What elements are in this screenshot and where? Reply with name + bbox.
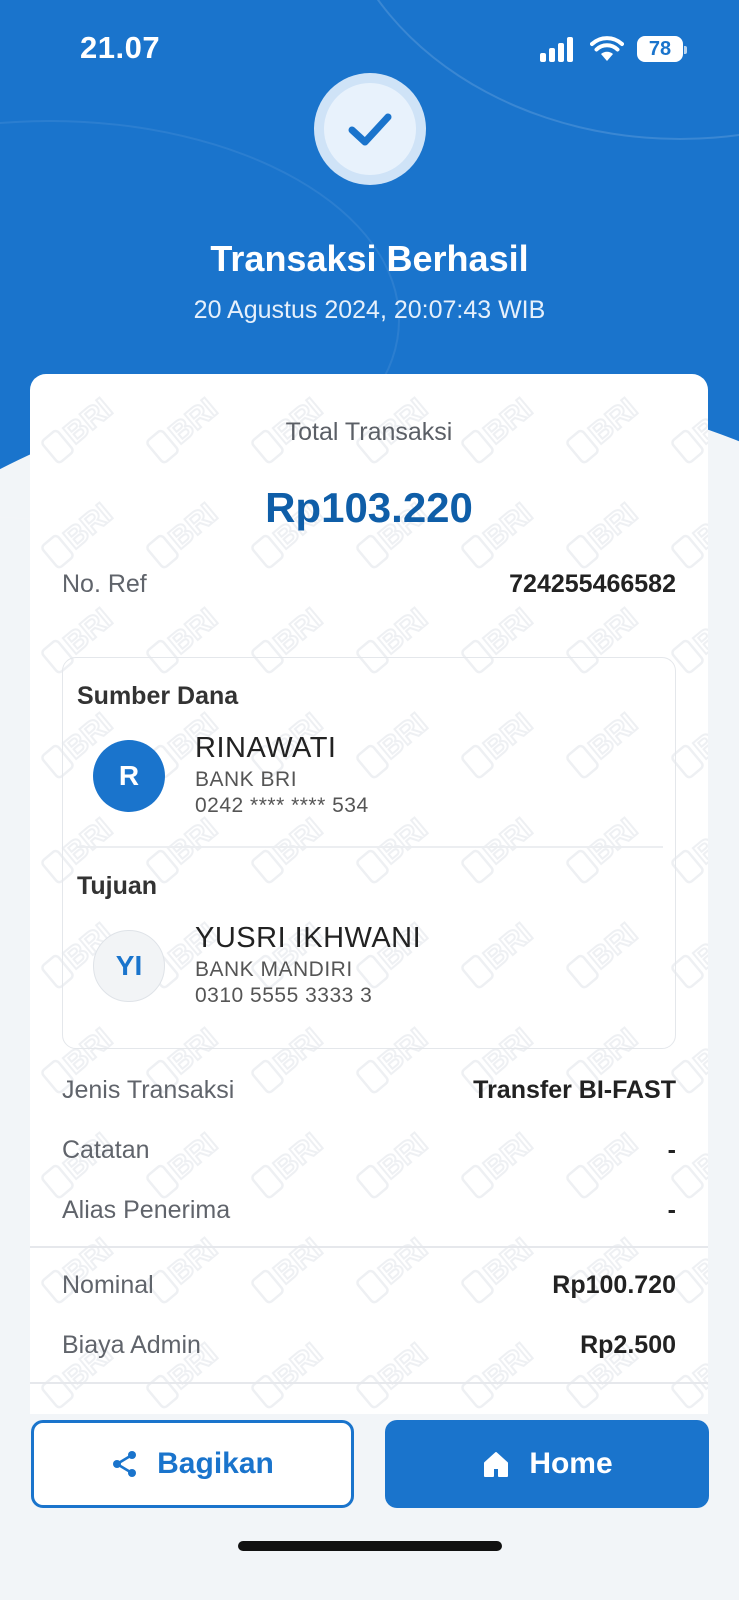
source-avatar: R xyxy=(93,740,165,812)
detail-label: Jenis Transaksi xyxy=(62,1076,235,1104)
divider xyxy=(30,1246,708,1248)
receipt-card: BRI Total Transaksi Rp103.220 No. Ref 72… xyxy=(30,374,708,1414)
battery-icon: 78 xyxy=(637,36,687,62)
source-heading: Sumber Dana xyxy=(77,682,239,710)
cost-label: Nominal xyxy=(62,1271,154,1299)
cellular-signal-icon xyxy=(540,36,578,62)
page-title: Transaksi Berhasil xyxy=(210,238,529,279)
checkmark-icon xyxy=(348,113,392,146)
destination-bank: BANK MANDIRI xyxy=(195,958,353,981)
divider xyxy=(30,1382,708,1384)
detail-value: Transfer BI-FAST xyxy=(473,1076,676,1104)
party-divider xyxy=(77,846,663,848)
detail-value: - xyxy=(667,1136,676,1164)
share-button-label: Bagikan xyxy=(157,1447,274,1480)
destination-account: 0310 5555 3333 3 xyxy=(195,984,373,1007)
cost-value: Rp2.500 xyxy=(580,1331,676,1359)
share-button[interactable]: Bagikan xyxy=(31,1420,354,1508)
source-bank: BANK BRI xyxy=(195,768,298,791)
ref-label: No. Ref xyxy=(62,570,147,598)
transaction-datetime: 20 Agustus 2024, 20:07:43 WIB xyxy=(193,296,546,324)
ref-value: 724255466582 xyxy=(509,570,676,598)
home-button-label: Home xyxy=(529,1447,613,1480)
home-indicator[interactable] xyxy=(238,1541,502,1551)
detail-label: Catatan xyxy=(62,1136,150,1164)
total-amount: Rp103.220 xyxy=(265,484,473,531)
destination-heading: Tujuan xyxy=(77,872,158,900)
destination-avatar: YI xyxy=(93,930,165,1002)
home-icon xyxy=(484,1452,509,1477)
source-account: 0242 **** **** 534 xyxy=(195,794,369,817)
home-button[interactable]: Home xyxy=(385,1420,709,1508)
party-box: Sumber Dana R RINAWATI BANK BRI 0242 ***… xyxy=(62,657,676,1049)
destination-name: YUSRI IKHWANI xyxy=(195,922,422,954)
wifi-icon xyxy=(590,36,624,61)
cost-label: Biaya Admin xyxy=(62,1331,201,1359)
cost-value: Rp100.720 xyxy=(552,1271,676,1299)
total-label: Total Transaksi xyxy=(285,418,453,446)
status-time: 21.07 xyxy=(80,30,161,65)
share-icon xyxy=(113,1451,137,1477)
detail-value: - xyxy=(667,1196,676,1224)
source-name: RINAWATI xyxy=(195,732,337,764)
detail-label: Alias Penerima xyxy=(62,1196,231,1224)
success-badge xyxy=(314,73,426,185)
